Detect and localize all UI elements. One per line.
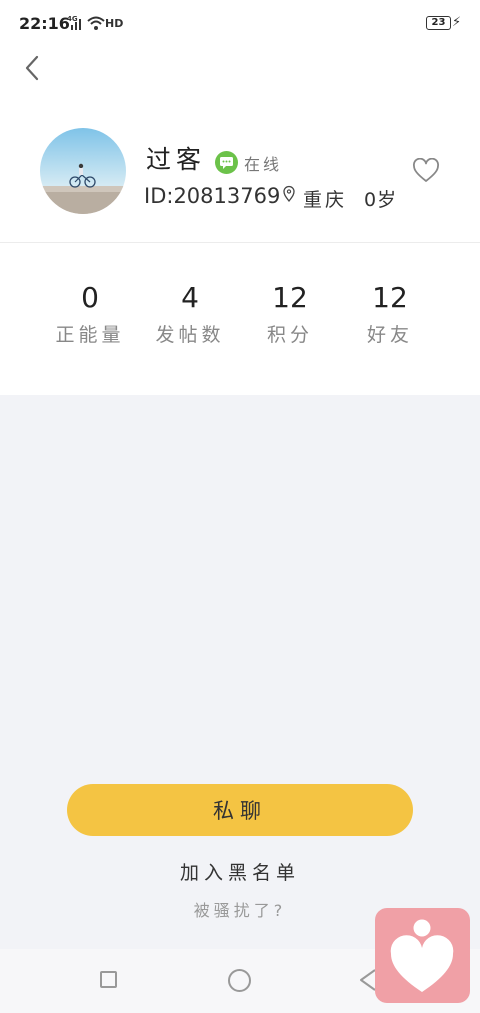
private-chat-button[interactable]: 私聊 (67, 784, 413, 836)
stat-value: 0 (81, 281, 99, 314)
status-bar: 22:16 4G HD 23 ⚡ (0, 0, 480, 48)
avatar[interactable] (40, 128, 126, 214)
signal-icon (71, 19, 81, 30)
recent-apps-icon[interactable] (100, 971, 117, 988)
stat-friends[interactable]: 12 好友 (335, 280, 445, 347)
hd-indicator: HD (105, 17, 124, 30)
avatar-photo (40, 128, 126, 214)
heart-outline-icon[interactable] (412, 158, 440, 184)
stat-value: 12 (272, 281, 308, 314)
status-time: 22:16 (19, 14, 70, 33)
chat-bubble-icon (215, 151, 238, 174)
stat-label: 积分 (266, 324, 313, 346)
back-arrow-icon[interactable] (20, 52, 48, 84)
stat-label: 好友 (366, 324, 413, 346)
online-status: 在线 (244, 155, 283, 174)
stat-value: 4 (181, 281, 199, 314)
divider (0, 242, 480, 243)
wifi-icon (87, 16, 105, 30)
stat-positive-energy[interactable]: 0 正能量 (35, 280, 145, 347)
stat-posts[interactable]: 4 发帖数 (135, 280, 245, 347)
stat-points[interactable]: 12 积分 (235, 280, 345, 347)
heart-app-icon[interactable] (375, 908, 470, 1003)
user-age: 0岁 (364, 189, 398, 211)
heart-app-glyph (390, 919, 454, 992)
user-id: ID:20813769 (144, 184, 281, 208)
stat-label: 正能量 (55, 324, 125, 346)
home-circle-icon[interactable] (228, 969, 251, 992)
add-to-blacklist-link[interactable]: 加入黑名单 (0, 858, 480, 885)
battery-indicator: 23 (426, 16, 451, 30)
location-pin-icon (283, 185, 295, 203)
user-name: 过客 (146, 145, 207, 174)
stat-label: 发帖数 (155, 324, 225, 346)
user-city: 重庆 (303, 189, 348, 211)
charging-icon: ⚡ (452, 15, 462, 30)
stat-value: 12 (372, 281, 408, 314)
